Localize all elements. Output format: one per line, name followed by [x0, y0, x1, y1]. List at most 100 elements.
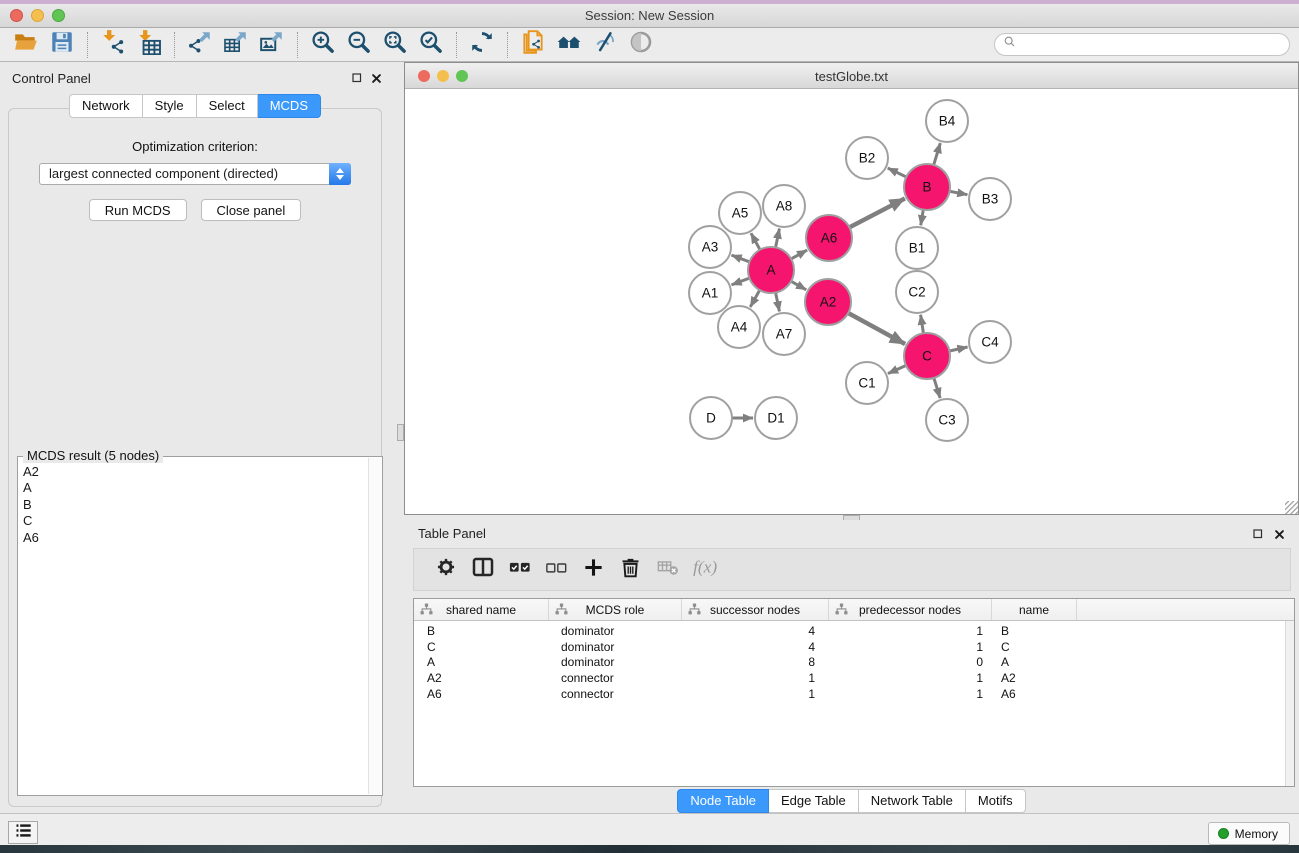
- close-table-panel-icon[interactable]: [1274, 527, 1285, 545]
- table-cell: B: [992, 624, 1077, 638]
- split-divider-grip-left[interactable]: [397, 424, 404, 441]
- column-header-shared-name[interactable]: shared name: [414, 599, 549, 620]
- column-header-MCDS-role[interactable]: MCDS role: [549, 599, 682, 620]
- table-cell: connector: [549, 671, 682, 685]
- graph-node-C4[interactable]: C4: [969, 321, 1011, 363]
- birds-eye-view-button[interactable]: [551, 30, 587, 60]
- graph-node-A7[interactable]: A7: [763, 313, 805, 355]
- show-column-panel-button[interactable]: [464, 552, 501, 588]
- table-cell: A6: [992, 687, 1077, 701]
- mcds-result-item[interactable]: B: [20, 497, 367, 513]
- svg-text:B2: B2: [859, 151, 876, 166]
- tab-network[interactable]: Network: [69, 94, 143, 118]
- network-canvas[interactable]: A A1 A2 A3 A4 A5 A6 A7 A8 B B1 B2 B3B4 C C1 C2 C3C4 D D1: [405, 89, 1298, 514]
- graph-node-D1[interactable]: D1: [755, 397, 797, 439]
- svg-text:A1: A1: [702, 286, 719, 301]
- graph-node-A4[interactable]: A4: [718, 306, 760, 348]
- graph-node-A1[interactable]: A1: [689, 272, 731, 314]
- tab-mcds[interactable]: MCDS: [258, 94, 321, 118]
- column-header-successor-nodes[interactable]: successor nodes: [682, 599, 829, 620]
- show-graphics-details-button[interactable]: [623, 30, 659, 60]
- export-network-button[interactable]: [182, 30, 218, 60]
- column-type-icon: [835, 603, 848, 619]
- table-cell: connector: [549, 687, 682, 701]
- control-panel-tabs: NetworkStyleSelectMCDS: [0, 94, 390, 118]
- export-table-button[interactable]: [218, 30, 254, 60]
- import-table-button[interactable]: [131, 30, 167, 60]
- memory-button[interactable]: Memory: [1208, 822, 1290, 845]
- mcds-result-item[interactable]: A2: [20, 464, 367, 480]
- mcds-tab-content: Optimization criterion: largest connecte…: [8, 108, 382, 807]
- graph-node-A[interactable]: A: [748, 247, 794, 293]
- graph-node-B2[interactable]: B2: [846, 137, 888, 179]
- open-session-button[interactable]: [8, 30, 44, 60]
- mcds-result-item[interactable]: C: [20, 513, 367, 529]
- table-scrollbar[interactable]: [1285, 621, 1294, 786]
- toolbar-separator: [174, 32, 175, 58]
- graph-node-C1[interactable]: C1: [846, 362, 888, 404]
- run-mcds-button[interactable]: Run MCDS: [89, 199, 187, 221]
- graph-node-B1[interactable]: B1: [896, 227, 938, 269]
- close-panel-icon[interactable]: [371, 71, 382, 89]
- network-view-window: testGlobe.txt A A1 A2 A3 A4 A5 A6 A7 A8 B B1 B2 B3B4…: [404, 62, 1299, 515]
- refresh-layout-button[interactable]: [464, 30, 500, 60]
- unselect-all-columns-button[interactable]: [538, 552, 575, 588]
- table-row[interactable]: A6connector11A6: [414, 686, 1294, 702]
- criterion-dropdown[interactable]: largest connected component (directed): [39, 163, 351, 185]
- table-row[interactable]: Bdominator41B: [414, 623, 1294, 639]
- hide-graphics-details-button[interactable]: [587, 30, 623, 60]
- graph-node-A3[interactable]: A3: [689, 226, 731, 268]
- graph-node-A8[interactable]: A8: [763, 185, 805, 227]
- clone-network-button[interactable]: [515, 30, 551, 60]
- zoom-out-button[interactable]: [341, 30, 377, 60]
- column-header-predecessor-nodes[interactable]: predecessor nodes: [829, 599, 992, 620]
- graph-node-B3[interactable]: B3: [969, 178, 1011, 220]
- result-list-scrollbar[interactable]: [368, 458, 381, 794]
- close-panel-button[interactable]: Close panel: [201, 199, 302, 221]
- graph-node-B4[interactable]: B4: [926, 100, 968, 142]
- graph-node-A6[interactable]: A6: [806, 215, 852, 261]
- tab-network-table[interactable]: Network Table: [859, 789, 966, 813]
- save-session-button[interactable]: [44, 30, 80, 60]
- network-window-resize-grip[interactable]: [1285, 501, 1298, 514]
- import-network-button[interactable]: [95, 30, 131, 60]
- search-input[interactable]: [1018, 36, 1289, 54]
- float-table-panel-icon[interactable]: [1252, 527, 1264, 545]
- search-box[interactable]: [994, 33, 1290, 56]
- add-column-button[interactable]: [575, 552, 612, 588]
- graph-node-D[interactable]: D: [690, 397, 732, 439]
- tab-node-table[interactable]: Node Table: [677, 789, 769, 813]
- delete-column-button[interactable]: [612, 552, 649, 588]
- mcds-result-item[interactable]: A6: [20, 530, 367, 546]
- import-network-icon: [100, 29, 126, 60]
- column-header-name[interactable]: name: [992, 599, 1077, 620]
- table-row[interactable]: Cdominator41C: [414, 639, 1294, 655]
- tab-motifs[interactable]: Motifs: [966, 789, 1026, 813]
- float-panel-icon[interactable]: [351, 71, 363, 89]
- table-row[interactable]: A2connector11A2: [414, 670, 1294, 686]
- table-row[interactable]: Adominator80A: [414, 655, 1294, 671]
- graph-node-A2[interactable]: A2: [805, 279, 851, 325]
- mcds-result-item[interactable]: A: [20, 480, 367, 496]
- graph-node-C2[interactable]: C2: [896, 271, 938, 313]
- graph-node-C[interactable]: C: [904, 333, 950, 379]
- tab-edge-table[interactable]: Edge Table: [769, 789, 859, 813]
- refresh-layout-icon: [469, 29, 495, 60]
- export-image-button[interactable]: [254, 30, 290, 60]
- panel-selector-button[interactable]: [8, 821, 38, 844]
- zoom-in-button[interactable]: [305, 30, 341, 60]
- tab-style[interactable]: Style: [143, 94, 197, 118]
- import-table-icon: [136, 29, 162, 60]
- table-settings-gear-button[interactable]: [427, 552, 464, 588]
- graph-node-B[interactable]: B: [904, 164, 950, 210]
- graph-node-A5[interactable]: A5: [719, 192, 761, 234]
- zoom-selected-button[interactable]: [413, 30, 449, 60]
- graph-node-C3[interactable]: C3: [926, 399, 968, 441]
- zoom-fit-button[interactable]: [377, 30, 413, 60]
- mcds-result-list[interactable]: A2ABCA6: [20, 464, 367, 793]
- tab-select[interactable]: Select: [197, 94, 258, 118]
- select-all-columns-button[interactable]: [501, 552, 538, 588]
- table-cell: C: [414, 640, 549, 654]
- export-image-icon: [259, 29, 285, 60]
- network-window-titlebar[interactable]: testGlobe.txt: [405, 63, 1298, 89]
